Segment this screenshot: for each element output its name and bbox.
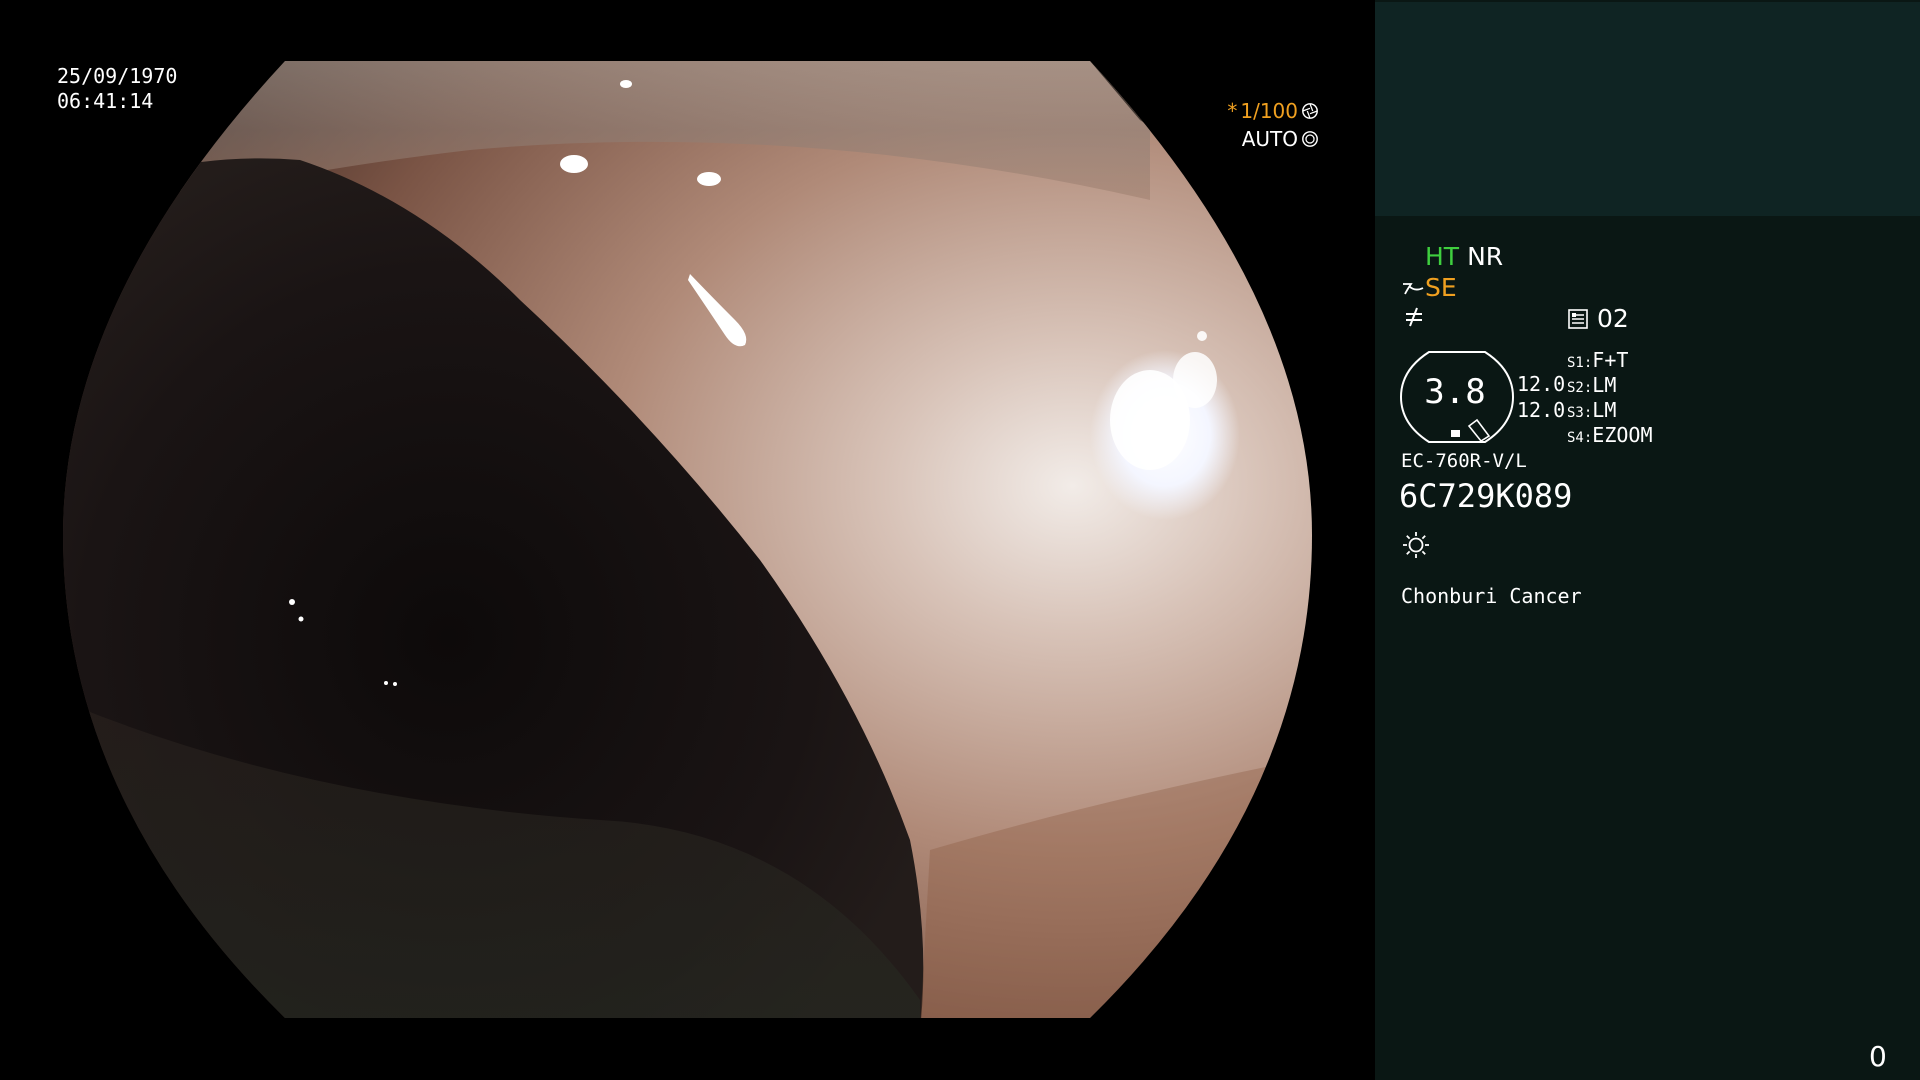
time-display: 06:41:14 (57, 89, 154, 113)
endoscopic-image (63, 61, 1312, 1018)
hospital-name: Chonburi Cancer (1401, 584, 1582, 608)
scope-serial: 6C729K089 (1399, 477, 1573, 515)
switch-1-key: S1: (1567, 355, 1593, 371)
switch-4-value: EZOOM (1592, 423, 1653, 447)
nr-mode: NR (1467, 242, 1504, 271)
info-panel: HT NR SE 02 3.8 12.0 12.0 S1:F+T S2:LM S… (1375, 0, 1920, 1080)
shutter-prefix: * (1227, 99, 1238, 123)
not-equal-icon (1406, 307, 1422, 327)
preset-indicator: 02 (1567, 304, 1629, 334)
endoscope-view: 25/09/1970 06:41:14 * 1/100 AUTO (0, 0, 1375, 1080)
enhance-curve-icon (1403, 283, 1424, 295)
scope-model: EC-760R-V/L (1401, 450, 1527, 472)
endoscopy-screen: 25/09/1970 06:41:14 * 1/100 AUTO HT NR S… (0, 0, 1920, 1080)
shutter-value: 1/100 (1240, 99, 1298, 123)
list-memo-icon (1568, 309, 1588, 329)
preset-value: 02 (1597, 304, 1629, 333)
switch-3: S3:LM (1567, 398, 1616, 425)
iris-icon (1302, 131, 1318, 147)
switch-1: S1:F+T (1567, 348, 1628, 375)
gauge-value: 3.8 (1424, 372, 1486, 412)
sun-icon (1403, 532, 1429, 558)
function-indicator (1403, 304, 1425, 332)
processing-modes: HT NR (1425, 242, 1503, 272)
structure-enhance-indicator: SE (1401, 273, 1457, 303)
switch-2: S2:LM (1567, 373, 1616, 400)
info-top-block (1375, 2, 1920, 216)
date-display: 25/09/1970 (57, 64, 178, 88)
switch-3-key: S3: (1567, 405, 1593, 421)
shutter-aperture-icon (1302, 103, 1318, 119)
switch-2-key: S2: (1567, 380, 1593, 396)
ht-mode: HT (1425, 242, 1460, 271)
switch-4: S4:EZOOM (1567, 423, 1653, 450)
switch-1-value: F+T (1592, 348, 1629, 372)
se-label: SE (1425, 273, 1457, 302)
gauge-side-top: 12.0 (1517, 372, 1566, 396)
switch-4-key: S4: (1567, 430, 1593, 446)
iris-mode-indicator: AUTO (1242, 126, 1319, 152)
gauge-side-bottom: 12.0 (1517, 398, 1566, 422)
iris-mode-label: AUTO (1241, 127, 1298, 151)
switch-2-value: LM (1592, 373, 1617, 397)
image-counter: 0 (1869, 1040, 1887, 1073)
shutter-speed-indicator: * 1/100 (1227, 98, 1319, 124)
switch-3-value: LM (1592, 398, 1617, 422)
